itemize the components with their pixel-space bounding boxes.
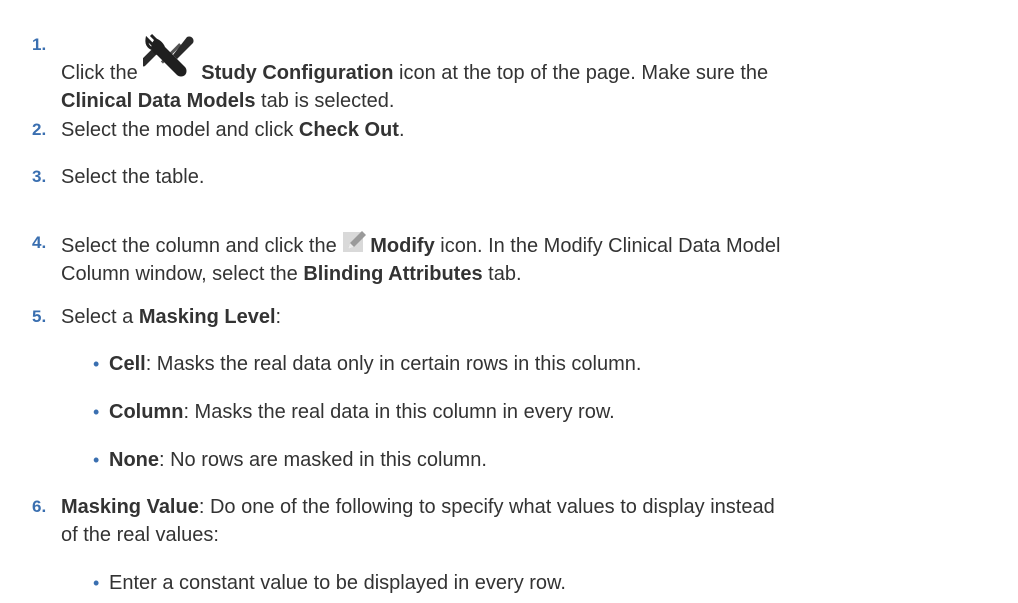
text-run: icon. In the Modify Clinical Data Model [434,235,781,257]
step-text: Select a Masking Level: [61,303,991,331]
pencil-icon [342,229,370,260]
text-run-bold: Study Configuration [201,62,394,84]
bullet-icon: • [93,354,100,374]
step-text: Select the column and click the Modify i… [61,229,991,288]
text-run-bold: Masking Value [61,496,199,518]
step-text: Click the Study Configuration icon at th… [61,31,991,115]
text-run: Select the column and click the [61,235,343,257]
text-run: tab is selected. [255,90,395,112]
bullet-text: Enter a constant value to be displayed i… [109,569,989,597]
text-run: Select the model and click [61,119,299,141]
step-number: 6. [32,497,47,516]
text-run: tab. [482,263,522,285]
text-run: of the real values: [61,524,219,546]
text-run-bold: Column [109,401,184,423]
bullet-icon: • [93,450,100,470]
text-run-bold: Check Out [298,119,399,141]
text-run: Column window, select the [61,263,304,285]
bullet-text: Column: Masks the real data in this colu… [109,398,989,426]
text-run: Select a [61,306,139,328]
wrench-screwdriver-icon [139,31,201,87]
text-run: icon at the top of the page. Make sure t… [393,62,769,84]
step-number: 3. [32,167,47,186]
text-run: Click the [61,62,144,84]
bullet-text: Cell: Masks the real data only in certai… [109,350,989,378]
bullet-text: None: No rows are masked in this column. [109,446,989,474]
text-run-bold: Blinding Attributes [303,263,483,285]
text-run: . [398,119,405,141]
text-run: : Masks the real data in this column in … [183,401,615,423]
step-number: 2. [32,120,47,139]
text-run: : Do one of the following to specify wha… [198,496,775,518]
text-run: Select the table. [61,166,205,188]
step-text: Masking Value: Do one of the following t… [61,493,991,549]
step-number: 4. [32,233,47,252]
bullet-icon: • [93,573,100,593]
step-text: Select the table. [61,163,991,191]
text-run: : [275,306,282,328]
text-run: : Masks the real data only in certain ro… [145,353,642,375]
text-run-bold: Cell [109,353,146,375]
step-number: 1. [32,35,47,54]
text-run: : No rows are masked in this column. [159,449,487,471]
text-run-bold: Clinical Data Models [61,90,256,112]
text-run-bold: None [109,449,159,471]
document-body: 1. Click the Study Configuration icon at… [0,0,1018,603]
step-text: Select the model and click Check Out. [61,116,991,144]
text-run: Enter a constant value to be displayed i… [109,572,566,594]
text-run-bold: Masking Level [138,306,276,328]
bullet-icon: • [93,402,100,422]
text-run-bold: Modify [370,235,435,257]
step-number: 5. [32,307,47,326]
